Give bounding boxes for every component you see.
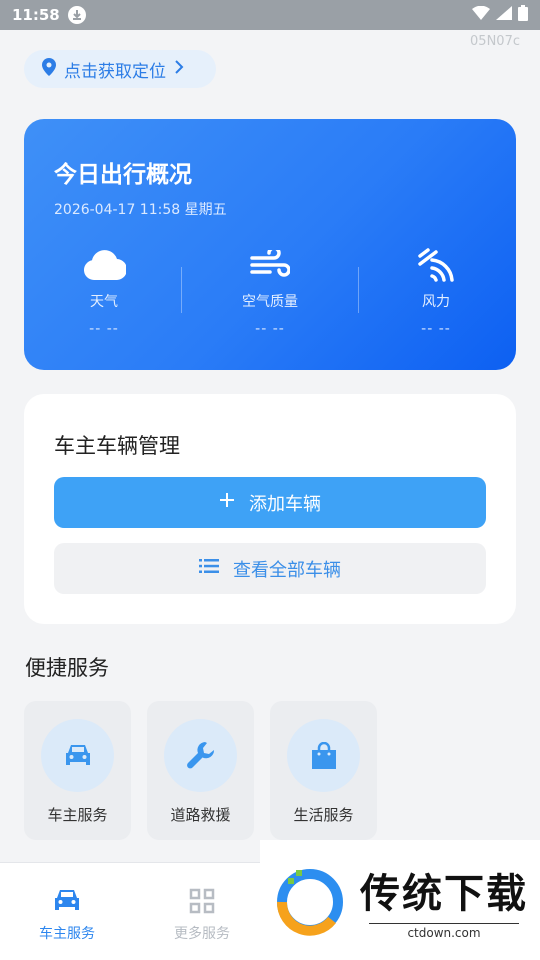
- view-all-vehicles-button[interactable]: 查看全部车辆: [54, 543, 486, 594]
- watermark-url: ctdown.com: [369, 922, 519, 940]
- service-label: 生活服务: [293, 806, 354, 824]
- service-label: 车主服务: [47, 806, 108, 824]
- watermark-overlay: 传统下载 ctdown.com: [260, 840, 540, 960]
- travel-overview-card: 今日出行概况 2026-04-17 11:58 星期五 天气 -- -- 空气质…: [24, 119, 516, 370]
- metric-label: 天气: [90, 294, 118, 310]
- vehicle-management-card: 车主车辆管理 添加车辆 查看全部车辆: [24, 394, 516, 624]
- vehicle-section-title: 车主车辆管理: [54, 434, 180, 458]
- cloud-icon: [24, 247, 184, 283]
- watermark-logo-icon: [276, 869, 343, 936]
- metric-divider: [181, 267, 182, 313]
- add-vehicle-button[interactable]: 添加车辆: [54, 477, 486, 528]
- plus-icon: [219, 492, 235, 513]
- status-bar: 11:58: [0, 0, 540, 30]
- wind-icon: [190, 247, 350, 283]
- car-icon: [41, 719, 114, 792]
- location-pin-icon: [42, 57, 56, 81]
- get-location-button[interactable]: 点击获取定位: [24, 50, 216, 88]
- nav-more-services[interactable]: 更多服务: [152, 885, 252, 943]
- metric-weather: 天气 -- --: [24, 247, 184, 337]
- service-label: 道路救援: [170, 806, 231, 824]
- download-icon: [67, 6, 86, 24]
- chevron-right-icon: [174, 59, 184, 79]
- metric-label: 风力: [422, 294, 450, 310]
- grid-icon: [152, 885, 252, 917]
- status-time: 11:58: [12, 6, 60, 24]
- metric-value: -- --: [421, 321, 451, 337]
- metric-wind-force: 风力 -- --: [356, 247, 516, 337]
- nav-owner-services[interactable]: 车主服务: [17, 885, 117, 943]
- car-icon: [17, 885, 117, 917]
- view-all-vehicles-label: 查看全部车辆: [233, 559, 341, 581]
- nav-label: 更多服务: [174, 926, 230, 942]
- add-vehicle-label: 添加车辆: [249, 493, 321, 515]
- metric-value: -- --: [255, 321, 285, 337]
- service-road-rescue[interactable]: 道路救援: [147, 701, 254, 840]
- services-section-title: 便捷服务: [25, 656, 109, 680]
- signal-icon: [496, 6, 512, 24]
- location-label: 点击获取定位: [64, 61, 166, 82]
- shopping-bag-icon: [287, 719, 360, 792]
- metric-air-quality: 空气质量 -- --: [190, 247, 350, 337]
- wrench-icon: [164, 719, 237, 792]
- metric-label: 空气质量: [242, 294, 298, 310]
- wifi-icon: [472, 5, 490, 24]
- battery-icon: [518, 5, 528, 25]
- wind-force-icon: [356, 247, 516, 283]
- overview-datetime: 2026-04-17 11:58 星期五: [54, 202, 227, 218]
- nav-label: 车主服务: [39, 926, 95, 942]
- service-owner[interactable]: 车主服务: [24, 701, 131, 840]
- overview-title: 今日出行概况: [54, 162, 192, 188]
- service-life[interactable]: 生活服务: [270, 701, 377, 840]
- watermark-title: 传统下载: [360, 870, 528, 917]
- metric-value: -- --: [89, 321, 119, 337]
- list-icon: [199, 558, 219, 579]
- version-label: 05N07c: [470, 34, 520, 49]
